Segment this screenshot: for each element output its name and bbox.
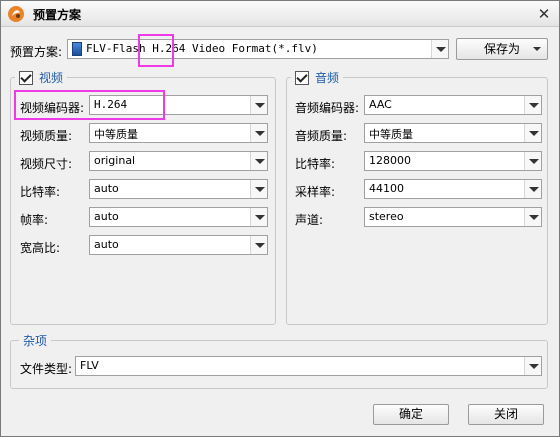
- video-enable-checkbox[interactable]: [19, 71, 33, 85]
- audio-quality-select[interactable]: 中等质量: [364, 123, 542, 143]
- chevron-down-icon[interactable]: [524, 152, 541, 170]
- video-framerate-select[interactable]: auto: [89, 207, 268, 227]
- audio-samplerate-label: 采样率:: [295, 185, 336, 199]
- video-codec-highlight-box: [14, 90, 165, 120]
- chevron-down-icon[interactable]: [250, 152, 267, 170]
- audio-quality-label: 音频质量:: [295, 129, 348, 143]
- preset-select[interactable]: FLV-Flash H.264 Video Format(*.flv): [67, 39, 449, 59]
- audio-channels-select[interactable]: stereo: [364, 207, 542, 227]
- chevron-down-icon[interactable]: [524, 208, 541, 226]
- title-bar: 预置方案 ✕: [1, 1, 559, 27]
- preset-value: FLV-Flash H.264 Video Format(*.flv): [86, 42, 318, 55]
- video-aspect-label: 宽高比:: [20, 241, 61, 255]
- codec-highlight-box: [138, 34, 174, 67]
- file-type-label: 文件类型:: [20, 362, 73, 376]
- audio-group-title[interactable]: 音频: [291, 69, 344, 86]
- audio-channels-label: 声道:: [295, 213, 324, 227]
- preset-dialog: 预置方案 ✕ 预置方案: FLV-Flash H.264 Video Forma…: [0, 0, 560, 437]
- ok-button[interactable]: 确定: [373, 404, 449, 425]
- save-as-button[interactable]: 保存为: [456, 38, 548, 60]
- close-button[interactable]: 关闭: [468, 404, 544, 425]
- chevron-down-icon[interactable]: [250, 236, 267, 254]
- audio-samplerate-select[interactable]: 44100: [364, 179, 542, 199]
- video-bitrate-select[interactable]: auto: [89, 179, 268, 199]
- chevron-down-icon: [533, 47, 541, 51]
- video-file-icon: [72, 42, 82, 56]
- audio-enable-checkbox[interactable]: [295, 71, 309, 85]
- window-title: 预置方案: [33, 8, 82, 22]
- audio-codec-select[interactable]: AAC: [364, 95, 542, 115]
- chevron-down-icon[interactable]: [524, 180, 541, 198]
- chevron-down-icon[interactable]: [250, 96, 267, 114]
- video-quality-select[interactable]: 中等质量: [89, 123, 268, 143]
- chevron-down-icon[interactable]: [524, 124, 541, 142]
- audio-bitrate-label: 比特率:: [295, 157, 336, 171]
- chevron-down-icon[interactable]: [431, 40, 448, 58]
- app-logo-icon: [8, 6, 24, 22]
- chevron-down-icon[interactable]: [250, 124, 267, 142]
- video-aspect-select[interactable]: auto: [89, 235, 268, 255]
- video-size-label: 视频尺寸:: [20, 157, 73, 171]
- video-size-select[interactable]: original: [89, 151, 268, 171]
- video-framerate-label: 帧率:: [20, 213, 49, 227]
- file-type-select[interactable]: FLV: [75, 356, 542, 376]
- audio-bitrate-select[interactable]: 128000: [364, 151, 542, 171]
- chevron-down-icon[interactable]: [524, 96, 541, 114]
- preset-label: 预置方案:: [10, 45, 63, 59]
- audio-codec-label: 音频编码器:: [295, 101, 360, 115]
- chevron-down-icon[interactable]: [250, 208, 267, 226]
- video-group-title[interactable]: 视频: [15, 69, 68, 86]
- chevron-down-icon[interactable]: [250, 180, 267, 198]
- video-bitrate-label: 比特率:: [20, 185, 61, 199]
- video-quality-label: 视频质量:: [20, 129, 73, 143]
- chevron-down-icon[interactable]: [524, 357, 541, 375]
- close-icon[interactable]: ✕: [535, 6, 553, 22]
- misc-group-title: 杂项: [19, 332, 52, 349]
